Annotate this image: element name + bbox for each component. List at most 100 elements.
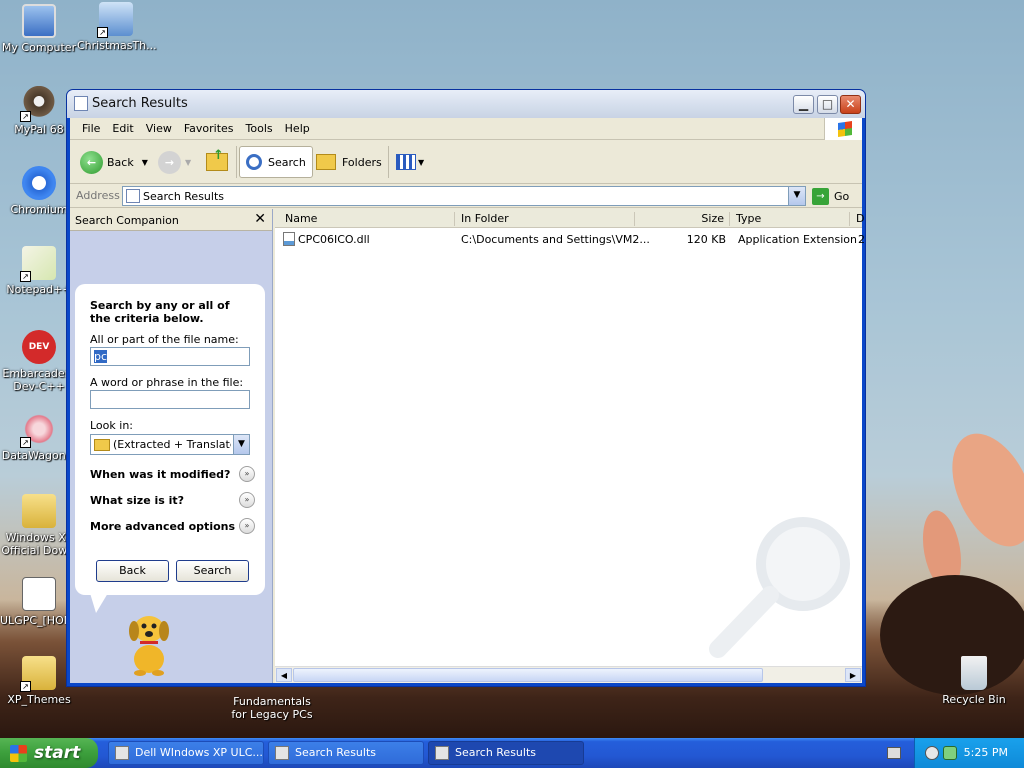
shortcut-arrow-icon: ↗: [20, 271, 31, 282]
shortcut-arrow-icon: ↗: [97, 27, 108, 38]
maximize-button[interactable]: □: [817, 95, 838, 114]
zip-folder-icon: ↗: [20, 656, 56, 692]
horizontal-scrollbar[interactable]: ◀ ▶: [275, 666, 862, 683]
phrase-input[interactable]: [90, 390, 250, 409]
up-folder-button[interactable]: ↑: [206, 146, 228, 178]
desktop-icon-recycle-bin[interactable]: Recycle Bin: [935, 656, 1013, 706]
folder-icon: [94, 439, 110, 451]
tray-network-icon[interactable]: [943, 746, 957, 760]
column-header-folder[interactable]: In Folder: [455, 212, 635, 226]
views-button[interactable]: ▼: [396, 146, 424, 178]
menu-view[interactable]: View: [140, 118, 178, 140]
close-button[interactable]: ✕: [840, 95, 861, 114]
explorer-icon: [115, 746, 129, 760]
advanced-label: More advanced options: [90, 520, 236, 533]
scroll-right-icon[interactable]: ▶: [845, 668, 861, 682]
raccoon-icon: ↗: [20, 86, 56, 122]
lookin-dropdown-icon[interactable]: ▼: [233, 435, 249, 454]
go-label: Go: [834, 189, 850, 203]
expand-chevron-icon[interactable]: »: [239, 492, 255, 508]
menu-edit[interactable]: Edit: [106, 118, 139, 140]
address-bar: Address Search Results ▼ → Go: [70, 184, 862, 208]
column-header-type[interactable]: Type: [730, 212, 850, 226]
chromium-icon: [22, 166, 56, 200]
start-button[interactable]: start: [0, 738, 98, 768]
column-header-name[interactable]: Name: [275, 212, 455, 226]
shortcut-arrow-icon: ↗: [20, 437, 31, 448]
size-label: What size is it?: [90, 494, 185, 507]
address-dropdown-icon[interactable]: ▼: [788, 187, 805, 205]
taskbar-item-search-results[interactable]: Search Results: [268, 741, 424, 765]
menu-tools[interactable]: Tools: [240, 118, 279, 140]
forward-button[interactable]: → ▼: [158, 146, 191, 178]
column-header-date[interactable]: D: [850, 212, 870, 226]
filename-value: pc: [94, 350, 108, 363]
search-label: Search: [268, 155, 306, 169]
back-arrow-icon: ←: [80, 150, 103, 174]
menu-help[interactable]: Help: [279, 118, 316, 140]
windows-flag-icon: [10, 745, 27, 762]
back-dropdown-icon[interactable]: ▼: [142, 158, 148, 167]
clock[interactable]: 5:25 PM: [964, 746, 1008, 759]
magnifier-icon: [246, 154, 262, 170]
computer-icon: [22, 4, 56, 38]
notepad-icon: ↗: [20, 246, 56, 282]
scrollbar-thumb[interactable]: [293, 668, 763, 682]
expand-chevron-icon[interactable]: »: [239, 518, 255, 534]
back-button[interactable]: ← Back ▼: [80, 146, 148, 178]
menu-file[interactable]: File: [76, 118, 106, 140]
search-dog-icon: [129, 616, 169, 676]
minimize-button[interactable]: ▁: [793, 95, 814, 114]
dll-file-icon: [283, 232, 295, 246]
start-search-button[interactable]: Search: [176, 560, 249, 582]
tray-shield-icon[interactable]: [925, 746, 939, 760]
search-criteria-panel: Search by any or all of the criteria bel…: [75, 284, 265, 613]
search-companion-title: Search Companion: [75, 214, 179, 227]
folders-button[interactable]: Folders: [316, 146, 382, 178]
table-row[interactable]: CPC06ICO.dll C:\Documents and Settings\V…: [275, 231, 865, 247]
search-companion-header: Search Companion ✕: [70, 209, 272, 231]
lookin-select[interactable]: (Extracted + Translated) ▼: [90, 434, 250, 455]
taskbar-item-search-results-active[interactable]: Search Results: [428, 741, 584, 765]
desktop-icon-label: Recycle Bin: [942, 693, 1006, 706]
taskbar-item-dell[interactable]: Dell WIndows XP ULC...: [108, 741, 264, 765]
start-label: start: [34, 743, 81, 763]
column-header-size[interactable]: Size: [635, 212, 730, 226]
back-criteria-button[interactable]: Back: [96, 560, 169, 582]
search-results-window[interactable]: Search Results ▁ □ ✕ File Edit View Favorit…: [66, 89, 866, 687]
filename-input[interactable]: pc: [90, 347, 250, 366]
toolbar-separator: [388, 146, 389, 178]
expand-chevron-icon[interactable]: »: [239, 466, 255, 482]
results-header: Name In Folder Size Type D: [275, 209, 864, 228]
search-results-icon: [126, 189, 140, 203]
zip-folder-icon: [22, 494, 56, 528]
search-criteria-heading: Search by any or all of the criteria bel…: [90, 299, 230, 325]
size-expander[interactable]: What size is it?: [90, 494, 260, 512]
go-button[interactable]: → Go: [812, 186, 849, 206]
desktop-icon-label: XP_Themes: [7, 693, 71, 706]
desktop-icon-my-computer[interactable]: My Computer: [0, 4, 78, 54]
window-titlebar[interactable]: Search Results ▁ □ ✕: [67, 90, 865, 118]
folders-label: Folders: [342, 155, 382, 169]
window-body: File Edit View Favorites Tools Help ← Back ▼ …: [70, 118, 865, 683]
taskbar: start Dell WIndows XP ULC... Search Resu…: [0, 738, 1024, 768]
close-pane-icon[interactable]: ✕: [254, 211, 266, 227]
scroll-left-icon[interactable]: ◀: [276, 668, 292, 682]
search-companion-pane: Search Companion ✕ Search by any or all …: [70, 209, 273, 683]
folders-icon: [316, 154, 336, 170]
window-title: Search Results: [92, 96, 188, 111]
taskbar-item-label: Search Results: [295, 746, 377, 759]
devcpp-icon: DEV: [22, 330, 56, 364]
desktop-icon-christmas[interactable]: ↗ ChristmasTh...: [77, 2, 157, 52]
keyboard-icon[interactable]: [887, 747, 901, 759]
result-type: Application Extension: [738, 233, 857, 246]
installer-icon: ↗: [97, 2, 133, 38]
menu-favorites[interactable]: Favorites: [178, 118, 240, 140]
advanced-expander[interactable]: More advanced options: [90, 520, 260, 538]
views-dropdown-icon: ▼: [418, 157, 425, 167]
address-field[interactable]: Search Results ▼: [122, 186, 806, 206]
search-button[interactable]: Search: [239, 146, 313, 178]
wallpaper-caption: Fundamentals for Legacy PCs: [231, 695, 313, 721]
system-tray: 5:25 PM: [914, 738, 1024, 768]
modified-expander[interactable]: When was it modified?: [90, 468, 260, 486]
